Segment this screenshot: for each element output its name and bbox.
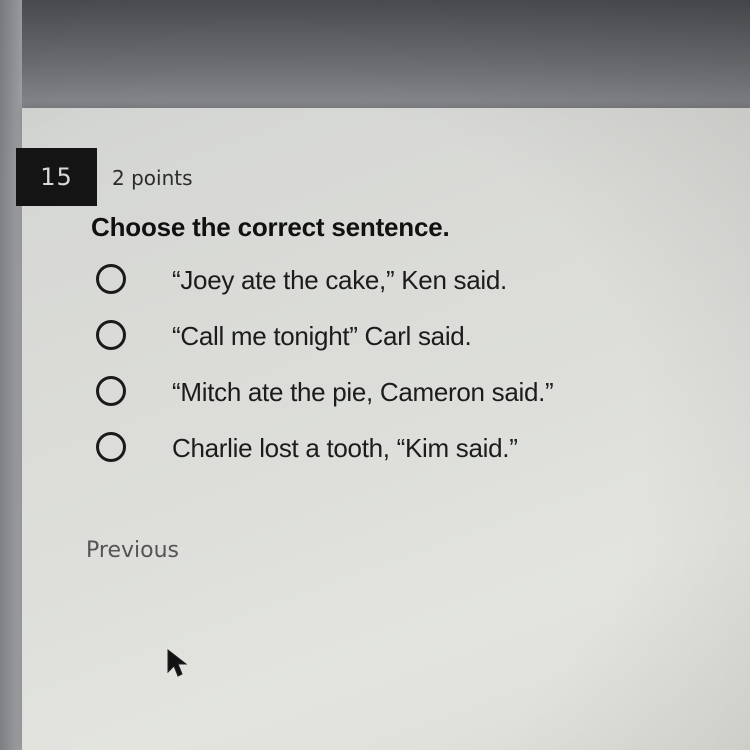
mouse-pointer-icon: [167, 648, 188, 677]
answer-option-4[interactable]: Charlie lost a tooth, “Kim said.”: [96, 430, 696, 486]
radio-unchecked-icon[interactable]: [96, 264, 126, 294]
question-points: 2 points: [112, 166, 193, 190]
answer-option-2[interactable]: “Call me tonight” Carl said.: [96, 318, 696, 374]
radio-unchecked-icon[interactable]: [96, 432, 126, 462]
screen-edge: [0, 0, 22, 750]
question-prompt: Choose the correct sentence.: [91, 212, 450, 242]
previous-button[interactable]: Previous: [86, 538, 179, 563]
answer-option-1[interactable]: “Joey ate the cake,” Ken said.: [96, 262, 696, 318]
answer-options: “Joey ate the cake,” Ken said. “Call me …: [96, 262, 696, 486]
answer-option-label: “Mitch ate the pie, Cameron said.”: [172, 377, 554, 407]
question-number-badge: 15: [16, 148, 97, 206]
answer-option-3[interactable]: “Mitch ate the pie, Cameron said.”: [96, 374, 696, 430]
answer-option-label: Charlie lost a tooth, “Kim said.”: [172, 433, 518, 463]
monitor-bezel: [0, 0, 750, 115]
radio-unchecked-icon[interactable]: [96, 320, 126, 350]
answer-option-label: “Joey ate the cake,” Ken said.: [172, 265, 507, 295]
radio-unchecked-icon[interactable]: [96, 376, 126, 406]
answer-option-label: “Call me tonight” Carl said.: [172, 321, 472, 351]
